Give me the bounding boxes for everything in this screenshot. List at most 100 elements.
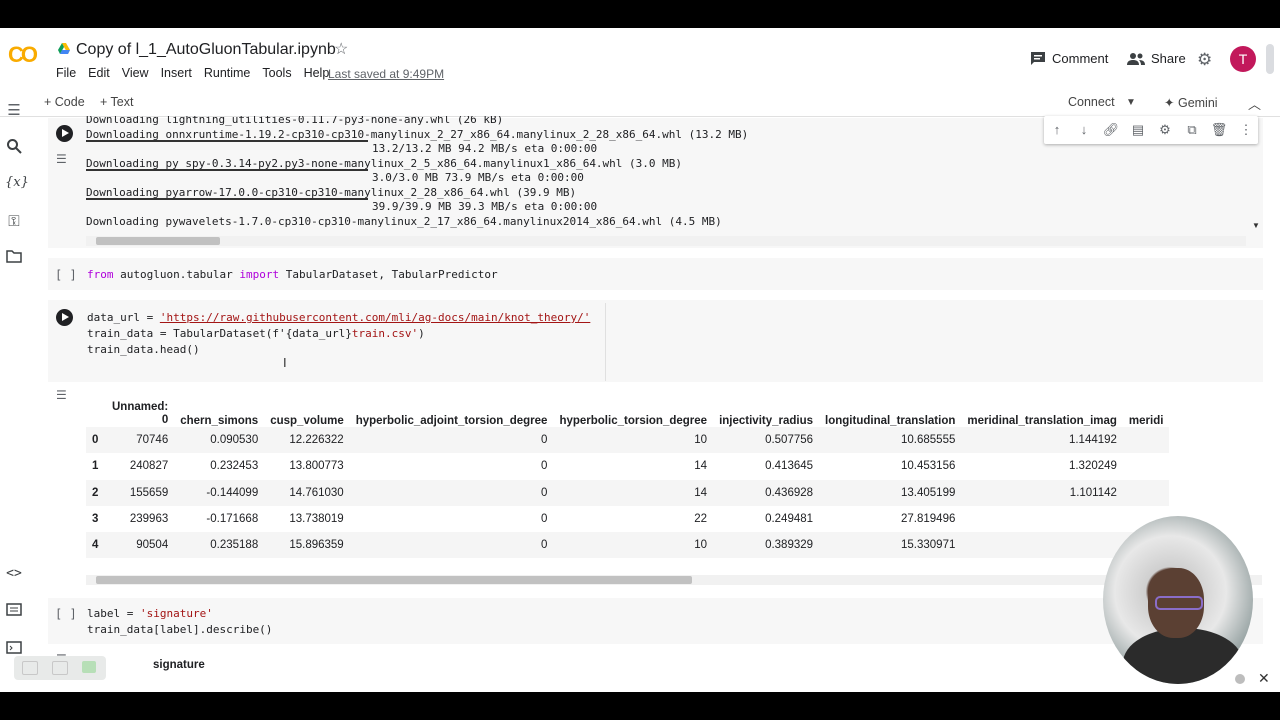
menu-file[interactable]: File bbox=[56, 66, 76, 80]
output-icon[interactable] bbox=[52, 661, 68, 675]
table-row: 1 240827 0.232453 13.800773 0 14 0.413645 10.45… bbox=[86, 453, 1169, 479]
code-snippets-icon[interactable]: <> bbox=[5, 566, 23, 584]
variables-icon[interactable]: {x} bbox=[5, 175, 29, 193]
table-cell bbox=[1122, 479, 1170, 506]
edit-icon[interactable] bbox=[22, 661, 38, 675]
menu-edit[interactable]: Edit bbox=[88, 66, 110, 80]
comment-icon bbox=[1031, 52, 1045, 65]
collapse-chevron-icon[interactable]: ︿ bbox=[1248, 94, 1261, 113]
describe-cell[interactable] bbox=[48, 598, 1263, 644]
import-code[interactable]: from autogluon.tabular import TabularDat… bbox=[87, 268, 498, 281]
run-cell-button[interactable] bbox=[56, 125, 73, 142]
column-header: longitudinal_translation bbox=[825, 415, 956, 427]
cell-exec-bracket[interactable]: [ ] bbox=[55, 268, 77, 282]
menu-tools[interactable]: Tools bbox=[262, 66, 291, 80]
table-header-row: Unnamed: 0 chern_simons cusp_volume hyper… bbox=[86, 393, 1169, 427]
column-header: cusp_volume bbox=[270, 415, 344, 427]
column-header: hyperbolic_adjoint_torsion_degree bbox=[355, 415, 548, 427]
table-cell: 14 bbox=[553, 479, 714, 506]
table-cell: 0 bbox=[349, 427, 554, 454]
menu-insert[interactable]: Insert bbox=[161, 66, 192, 80]
status-dot-icon bbox=[1235, 674, 1245, 684]
progress-bar bbox=[86, 198, 368, 200]
mirror-cell-icon[interactable]: ⧉ bbox=[1183, 122, 1201, 138]
row-index: 2 bbox=[86, 479, 106, 506]
code-line[interactable]: data_url = 'https://raw.githubuserconten… bbox=[87, 311, 590, 324]
last-saved-link[interactable]: Last saved at 9:49PM bbox=[328, 67, 444, 81]
table-cell: 27.819496 bbox=[901, 513, 956, 526]
table-cell: 0.507756 bbox=[713, 427, 820, 454]
output-hscroll-thumb[interactable] bbox=[96, 237, 220, 245]
code-text: {data_url} bbox=[285, 327, 352, 340]
table-cell: 10 bbox=[553, 532, 714, 559]
star-icon[interactable]: ☆ bbox=[334, 39, 348, 59]
status-ok-icon bbox=[82, 661, 96, 673]
output-hscrollbar[interactable] bbox=[86, 236, 1246, 246]
scroll-down-arrow-icon[interactable]: ▼ bbox=[1252, 221, 1260, 230]
more-vert-icon[interactable]: ⋮ bbox=[1237, 122, 1255, 138]
gemini-icon: ✦ bbox=[1164, 96, 1175, 110]
colab-logo[interactable]: CO bbox=[8, 42, 38, 68]
code-line[interactable]: train_data.head() bbox=[87, 343, 200, 356]
link-icon[interactable]: 🔗︎ bbox=[1102, 122, 1120, 138]
move-down-icon[interactable]: ↓ bbox=[1075, 122, 1093, 137]
table-cell: 15.330971 bbox=[819, 532, 962, 559]
menu-runtime[interactable]: Runtime bbox=[204, 66, 251, 80]
connect-dropdown-icon[interactable]: ▼ bbox=[1126, 97, 1136, 108]
add-text-button[interactable]: + Text bbox=[100, 95, 133, 109]
people-icon bbox=[1127, 52, 1145, 65]
output-line: Downloading pywavelets-1.7.0-cp310-cp310… bbox=[86, 215, 722, 228]
table-hscroll-thumb[interactable] bbox=[96, 576, 692, 584]
webcam-overlay bbox=[1103, 516, 1253, 684]
table-cell: 0.389329 bbox=[713, 532, 820, 559]
menu-help[interactable]: Help bbox=[304, 66, 330, 80]
table-cell: 10.453156 bbox=[901, 460, 956, 473]
table-cell: 239963 bbox=[129, 513, 169, 526]
move-up-icon[interactable]: ↑ bbox=[1048, 122, 1066, 137]
command-palette-icon[interactable] bbox=[5, 603, 23, 621]
settings-gear-icon[interactable]: ⚙ bbox=[1197, 50, 1212, 70]
code-line[interactable]: train_data = TabularDataset(f'{data_url}… bbox=[87, 327, 425, 340]
table-cell bbox=[1123, 453, 1170, 479]
close-icon[interactable]: ✕ bbox=[1258, 670, 1270, 687]
table-cell: 12.226322 bbox=[264, 427, 350, 454]
table-cell: -0.171668 bbox=[206, 513, 259, 526]
search-icon[interactable] bbox=[5, 138, 23, 156]
table-of-contents-icon[interactable]: ☰ bbox=[5, 101, 23, 119]
table-cell: 0 bbox=[541, 460, 548, 473]
table-cell: 14 bbox=[694, 460, 708, 473]
menu-view[interactable]: View bbox=[122, 66, 149, 80]
column-header: meridi bbox=[1128, 415, 1164, 427]
output-toggle-icon[interactable]: ☰ bbox=[56, 152, 67, 166]
dataframe-table: Unnamed: 0 chern_simons cusp_volume hyper… bbox=[86, 393, 1170, 559]
add-code-button[interactable]: + Code bbox=[44, 95, 85, 109]
row-index: 4 bbox=[86, 532, 106, 559]
run-cell-button[interactable] bbox=[56, 309, 73, 326]
table-cell: 0 bbox=[349, 479, 554, 506]
settings-gear-icon[interactable]: ⚙ bbox=[1156, 122, 1174, 138]
cell-exec-bracket[interactable]: [ ] bbox=[55, 607, 77, 621]
files-folder-icon[interactable] bbox=[5, 250, 23, 268]
table-row: 4 90504 0.235188 15.896359 0 10 0.389329 15.330… bbox=[86, 532, 1170, 559]
share-button[interactable]: Share bbox=[1127, 51, 1186, 66]
code-line[interactable]: train_data[label].describe() bbox=[87, 623, 272, 636]
output-toggle-icon[interactable]: ☰ bbox=[56, 388, 67, 402]
secrets-key-icon[interactable]: ⚿ bbox=[5, 213, 23, 231]
output-line: Downloading lightning_utilities-0.11.7-p… bbox=[86, 116, 504, 126]
delete-trash-icon[interactable]: 🗑︎ bbox=[1210, 122, 1228, 138]
scrollbar-thumb[interactable] bbox=[1266, 44, 1274, 74]
connect-button[interactable]: Connect bbox=[1068, 95, 1115, 109]
table-cell bbox=[961, 532, 1123, 559]
notebook-title[interactable]: Copy of l_1_AutoGluonTabular.ipynb bbox=[76, 41, 336, 59]
table-cell: 0.249481 bbox=[765, 513, 814, 526]
avatar[interactable]: T bbox=[1230, 46, 1256, 72]
code-line[interactable]: label = 'signature' bbox=[87, 607, 213, 620]
url-string[interactable]: 'https://raw.githubusercontent.com/mli/a… bbox=[160, 311, 590, 324]
string-literal: train.csv' bbox=[351, 327, 419, 340]
table-cell: 0.235188 bbox=[174, 532, 265, 559]
comment-button[interactable]: Comment bbox=[1030, 51, 1108, 66]
table-row: 0 70746 0.090530 12.226322 0 10 0.507756 10.685… bbox=[86, 427, 1170, 454]
code-text: label = bbox=[87, 607, 140, 620]
comment-icon[interactable]: ▤ bbox=[1129, 122, 1147, 138]
gemini-button[interactable]: ✦ Gemini bbox=[1164, 95, 1218, 110]
